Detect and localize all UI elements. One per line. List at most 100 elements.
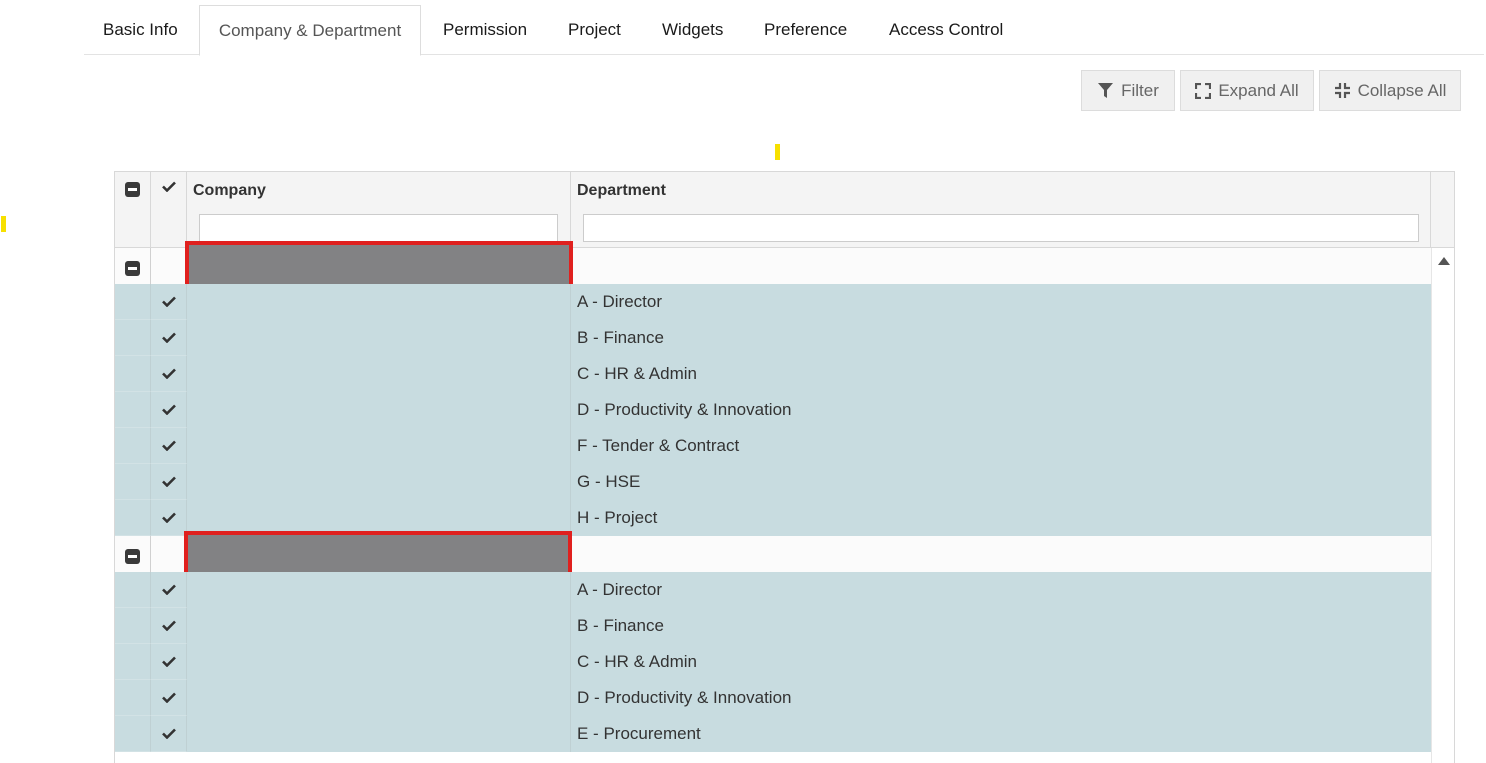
row-select-cell[interactable] (151, 464, 187, 500)
row-select-cell[interactable] (151, 320, 187, 356)
row-select-cell[interactable] (151, 356, 187, 392)
row-company-cell (187, 428, 571, 464)
department-row[interactable]: E - Procurement (115, 716, 1431, 752)
check-icon[interactable] (162, 332, 176, 343)
row-select-cell[interactable] (151, 392, 187, 428)
row-company-cell (187, 284, 571, 320)
expand-icon (1195, 82, 1212, 99)
row-company-cell (187, 356, 571, 392)
row-spacer-cell (115, 320, 151, 356)
row-company-cell (187, 464, 571, 500)
department-row[interactable]: G - HSE (115, 464, 1431, 500)
vertical-scrollbar[interactable] (1431, 248, 1454, 763)
highlight-marker (1, 216, 6, 232)
department-name: E - Procurement (577, 724, 701, 743)
row-select-cell[interactable] (151, 680, 187, 716)
check-icon[interactable] (162, 368, 176, 379)
check-icon[interactable] (162, 692, 176, 703)
row-company-cell (187, 716, 571, 752)
minus-square-icon[interactable] (125, 261, 140, 276)
row-select-cell[interactable] (151, 428, 187, 464)
row-spacer-cell (115, 500, 151, 536)
row-select-cell[interactable] (151, 572, 187, 608)
row-select-cell[interactable] (151, 500, 187, 536)
header-company-cell: Company (187, 172, 571, 248)
department-row[interactable]: D - Productivity & Innovation (115, 680, 1431, 716)
group-department-cell (571, 536, 1431, 572)
department-name: B - Finance (577, 616, 664, 635)
row-select-cell[interactable] (151, 716, 187, 752)
tab-basic-info[interactable]: Basic Info (103, 5, 178, 55)
row-company-cell (187, 320, 571, 356)
check-icon[interactable] (162, 296, 176, 307)
check-icon[interactable] (162, 512, 176, 523)
department-row[interactable]: F - Tender & Contract (115, 428, 1431, 464)
check-icon[interactable] (162, 404, 176, 415)
row-select-cell[interactable] (151, 284, 187, 320)
company-column-header[interactable]: Company (193, 182, 266, 200)
department-name: F - Tender & Contract (577, 436, 740, 455)
group-toggle-cell (115, 536, 151, 572)
department-name: A - Director (577, 580, 663, 599)
department-row[interactable]: A - Director (115, 284, 1431, 320)
row-select-cell[interactable] (151, 608, 187, 644)
collapse-all-button[interactable]: Collapse All (1319, 70, 1461, 111)
tab-preference[interactable]: Preference (764, 5, 847, 55)
check-icon[interactable] (162, 584, 176, 595)
collapse-icon (1334, 83, 1350, 98)
check-icon[interactable] (162, 476, 176, 487)
group-select-cell[interactable] (151, 536, 187, 572)
department-row[interactable]: B - Finance (115, 608, 1431, 644)
row-spacer-cell (115, 608, 151, 644)
department-row[interactable]: C - HR & Admin (115, 356, 1431, 392)
department-name: B - Finance (577, 328, 664, 347)
row-spacer-cell (115, 572, 151, 608)
department-row[interactable]: D - Productivity & Innovation (115, 392, 1431, 428)
tab-company-department[interactable]: Company & Department (199, 5, 421, 56)
row-company-cell (187, 392, 571, 428)
check-icon[interactable] (162, 620, 176, 631)
filter-button[interactable]: Filter (1081, 70, 1175, 111)
department-row[interactable]: C - HR & Admin (115, 644, 1431, 680)
tab-access-control[interactable]: Access Control (889, 5, 1003, 55)
highlight-marker (775, 144, 780, 160)
expand-all-label: Expand All (1218, 80, 1299, 100)
department-name: G - HSE (577, 472, 641, 491)
row-spacer-cell (115, 356, 151, 392)
filter-button-label: Filter (1121, 80, 1159, 100)
department-column-header[interactable]: Department (577, 182, 666, 200)
check-icon[interactable] (162, 181, 176, 192)
tab-project[interactable]: Project (568, 5, 621, 55)
row-spacer-cell (115, 680, 151, 716)
collapse-all-label: Collapse All (1357, 80, 1447, 100)
minus-square-icon[interactable] (125, 182, 140, 197)
caret-up-icon[interactable] (1438, 257, 1450, 265)
tab-permission[interactable]: Permission (443, 5, 527, 55)
department-name: H - Project (577, 508, 658, 527)
row-spacer-cell (115, 464, 151, 500)
check-icon[interactable] (162, 440, 176, 451)
group-department-cell (571, 248, 1431, 284)
group-toggle-cell (115, 248, 151, 284)
expand-all-button[interactable]: Expand All (1180, 70, 1314, 111)
department-row[interactable]: B - Finance (115, 320, 1431, 356)
check-icon[interactable] (162, 728, 176, 739)
company-filter-input[interactable] (199, 214, 558, 242)
company-department-grid: Company Department A - Director B - Finan… (114, 171, 1455, 763)
minus-square-icon[interactable] (125, 549, 140, 564)
row-select-cell[interactable] (151, 644, 187, 680)
header-department-cell: Department (571, 172, 1431, 248)
tab-widgets[interactable]: Widgets (662, 5, 723, 55)
department-name: C - HR & Admin (577, 652, 697, 671)
check-icon[interactable] (162, 656, 176, 667)
department-name: A - Director (577, 292, 663, 311)
department-filter-input[interactable] (583, 214, 1419, 242)
redacted-company-name (185, 241, 573, 289)
filter-icon (1098, 83, 1114, 98)
grid-header: Company Department (115, 172, 1454, 248)
row-spacer-cell (115, 392, 151, 428)
group-select-cell[interactable] (151, 248, 187, 284)
header-collapse-cell (115, 172, 151, 248)
row-spacer-cell (115, 716, 151, 752)
department-row[interactable]: A - Director (115, 572, 1431, 608)
